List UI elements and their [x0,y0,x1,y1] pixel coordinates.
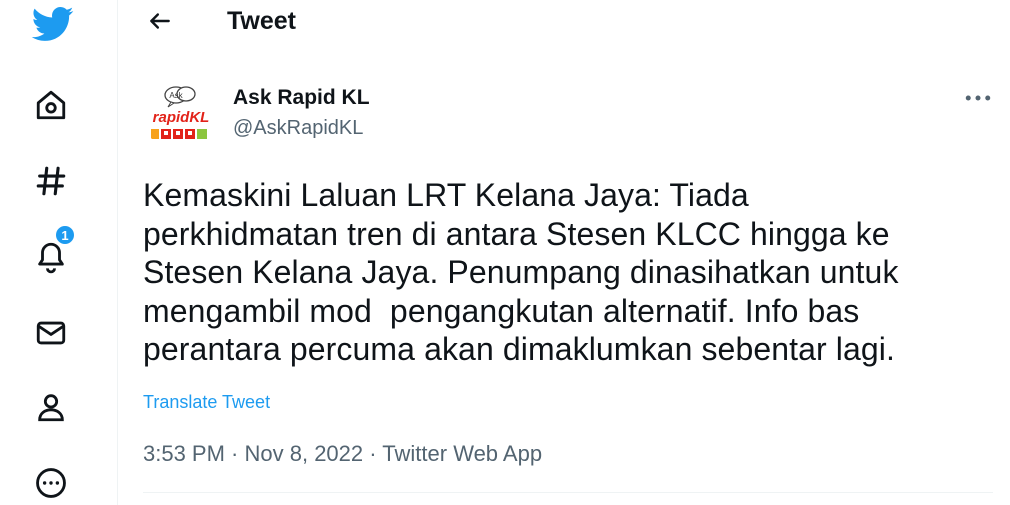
ellipsis-icon[interactable] [961,84,995,112]
separator: · [224,441,245,466]
tweet-source[interactable]: Twitter Web App [382,441,542,466]
notification-badge: 1 [54,224,76,246]
bell-icon[interactable]: 1 [30,224,76,278]
tweet-time[interactable]: 3:53 PM [143,441,225,466]
tweet-metadata: 3:53 PM · Nov 8, 2022 · Twitter Web App [143,440,542,468]
svg-text:Ask: Ask [169,91,183,100]
tweet-date[interactable]: Nov 8, 2022 [245,441,364,466]
twitter-logo-icon[interactable] [28,2,76,46]
avatar[interactable]: Ask rapidKL [145,82,217,154]
mail-icon[interactable] [30,312,72,354]
hashtag-icon[interactable] [30,160,72,202]
author-handle[interactable]: @AskRapidKL [233,114,363,142]
home-icon[interactable] [30,84,72,126]
sidebar: 1 [0,0,118,505]
translate-tweet-link[interactable]: Translate Tweet [143,392,270,413]
more-circle-icon[interactable] [30,462,72,504]
page-title: Tweet [227,7,296,35]
arrow-left-icon[interactable] [145,6,175,36]
svg-text:rapidKL: rapidKL [153,109,210,126]
tweet-detail: Tweet Ask rapidKL Ask Rapid KL @AskRapid… [119,0,1010,505]
separator: · [363,441,383,466]
divider [143,492,993,493]
tweet-text: Kemaskini Laluan LRT Kelana Jaya: Tiada … [143,177,899,367]
profile-icon[interactable] [30,386,72,428]
rapidkl-logo-icon: Ask rapidKL [151,86,210,139]
author-name[interactable]: Ask Rapid KL [233,84,370,112]
